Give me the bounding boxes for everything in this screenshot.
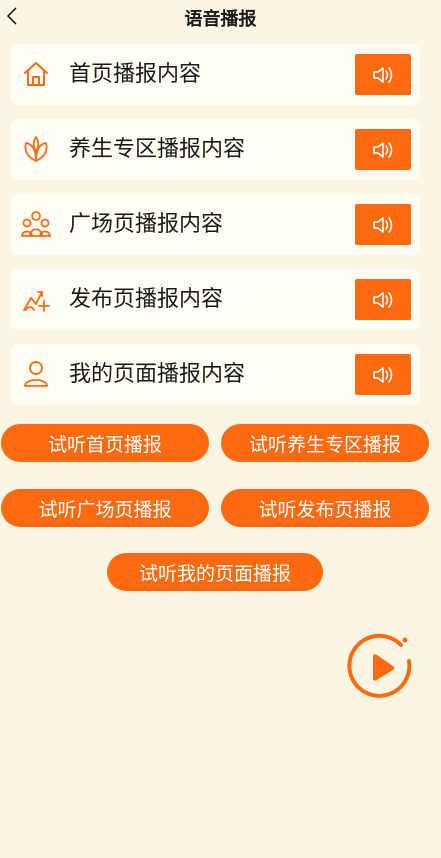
group-icon xyxy=(20,208,52,240)
broadcast-item-label: 发布页播报内容 xyxy=(69,287,224,312)
speaker-button-home[interactable] xyxy=(355,54,411,95)
publish-icon xyxy=(20,283,52,315)
header-bar: 语音播报 xyxy=(0,0,441,36)
speaker-button-mine[interactable] xyxy=(355,354,411,395)
user-icon xyxy=(20,358,52,390)
speaker-button-publish[interactable] xyxy=(355,279,411,320)
speaker-icon xyxy=(373,216,393,233)
speaker-icon xyxy=(373,291,393,308)
broadcast-item-label: 我的页面播报内容 xyxy=(69,362,246,387)
preview-square-button[interactable]: 试听广场页播报 xyxy=(1,489,209,527)
broadcast-item-health: 养生专区播报内容 xyxy=(10,119,420,180)
leaf-icon xyxy=(20,133,52,165)
broadcast-item-label: 广场页播报内容 xyxy=(69,212,224,237)
speaker-icon xyxy=(373,366,393,383)
preview-home-button[interactable]: 试听首页播报 xyxy=(1,424,209,462)
broadcast-item-label: 养生专区播报内容 xyxy=(69,137,246,162)
broadcast-item-home: 首页播报内容 xyxy=(10,44,420,105)
broadcast-item-label: 首页播报内容 xyxy=(69,62,202,87)
preview-publish-button[interactable]: 试听发布页播报 xyxy=(221,489,429,527)
broadcast-item-square: 广场页播报内容 xyxy=(10,194,420,255)
speaker-icon xyxy=(373,66,393,83)
broadcast-item-mine: 我的页面播报内容 xyxy=(10,344,420,405)
play-button[interactable] xyxy=(343,633,419,703)
speaker-button-health[interactable] xyxy=(355,129,411,170)
speaker-button-square[interactable] xyxy=(355,204,411,245)
speaker-icon xyxy=(373,141,393,158)
home-icon xyxy=(20,58,52,90)
play-circle-icon xyxy=(347,633,412,698)
page-title: 语音播报 xyxy=(184,9,257,30)
broadcast-item-publish: 发布页播报内容 xyxy=(10,269,420,330)
preview-mine-button[interactable]: 试听我的页面播报 xyxy=(107,553,323,591)
preview-health-button[interactable]: 试听养生专区播报 xyxy=(221,424,429,462)
